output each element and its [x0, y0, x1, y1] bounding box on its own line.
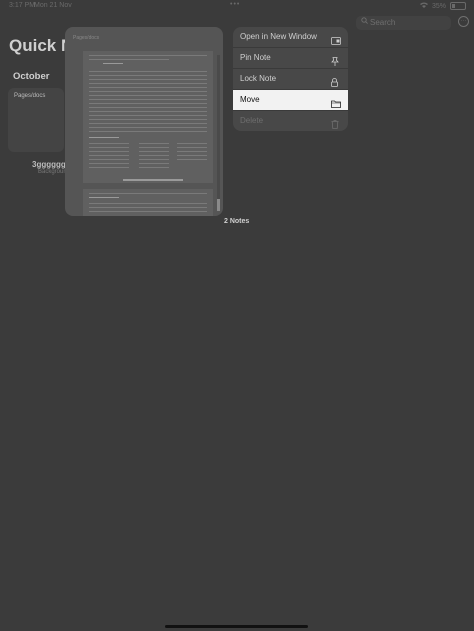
menu-item-delete[interactable]: Delete [233, 111, 348, 131]
context-menu: Open in New Window Pin Note Lock Note Mo… [233, 27, 348, 131]
preview-title: Pages/docs [73, 35, 100, 41]
menu-item-lock-note[interactable]: Lock Note [233, 69, 348, 89]
status-bar: 3:17 PM Mon 21 Nov ••• 35% [0, 0, 474, 14]
note-preview[interactable]: Pages/docs [65, 27, 223, 216]
preview-scrollbar-track [217, 55, 220, 205]
status-date: Mon 21 Nov [34, 2, 72, 9]
multitasking-dots[interactable]: ••• [230, 1, 240, 8]
section-header-month: October [13, 71, 50, 82]
wifi-icon [419, 2, 428, 10]
battery-icon [450, 2, 466, 10]
search-icon [361, 17, 368, 26]
document-page [83, 189, 213, 216]
preview-scrollbar[interactable] [217, 199, 220, 211]
menu-item-label: Delete [240, 116, 264, 125]
search-placeholder: Search [370, 18, 396, 27]
document-page [83, 51, 213, 183]
note-thumbnail-title: Pages/docs [14, 93, 46, 99]
more-options-icon[interactable]: ··· [458, 16, 469, 27]
folder-icon [331, 96, 341, 108]
menu-item-open-new-window[interactable]: Open in New Window [233, 27, 348, 47]
pin-icon [331, 54, 340, 66]
menu-item-label: Pin Note [240, 53, 271, 62]
trash-icon [331, 117, 340, 129]
status-time: 3:17 PM [9, 2, 36, 9]
new-window-icon [331, 33, 341, 45]
home-indicator[interactable] [165, 625, 308, 628]
menu-item-label: Open in New Window [240, 32, 317, 41]
menu-item-pin-note[interactable]: Pin Note [233, 48, 348, 68]
lock-icon [331, 75, 340, 87]
status-indicators: 35% [419, 2, 466, 10]
battery-percent: 35% [431, 2, 446, 10]
menu-item-move[interactable]: Move [233, 90, 348, 110]
menu-item-label: Move [240, 95, 260, 104]
notes-count: 2 Notes [224, 218, 250, 225]
menu-item-label: Lock Note [240, 74, 277, 83]
